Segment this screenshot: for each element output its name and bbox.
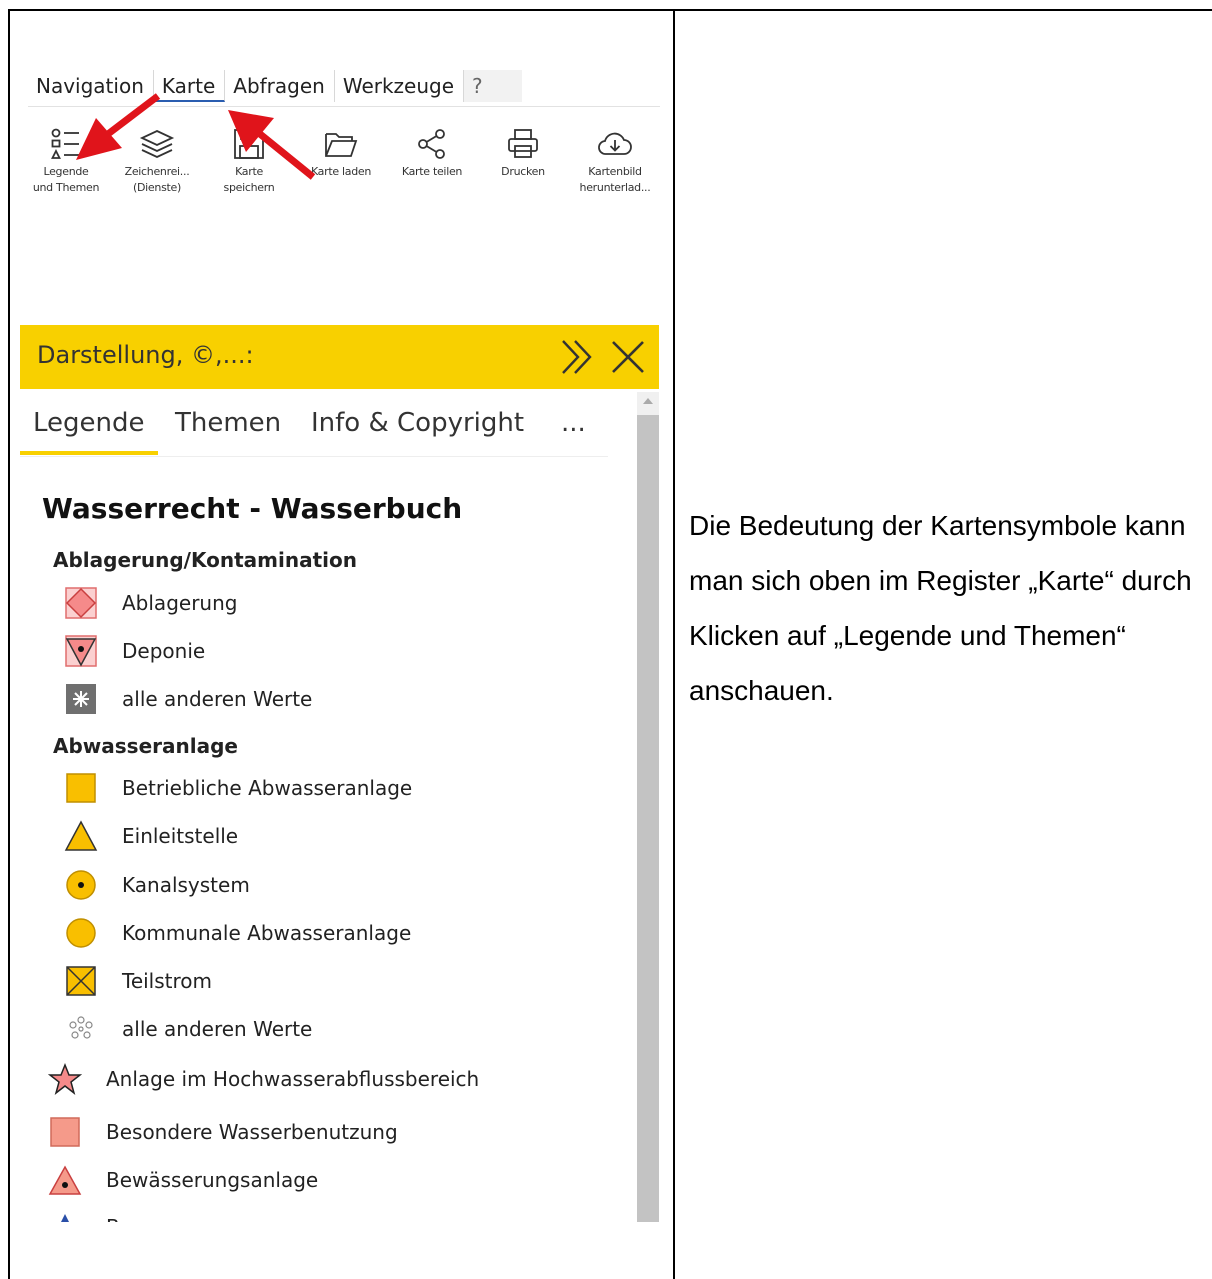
legend-list-icon xyxy=(20,124,112,164)
legende-themen-label: Legende und Themen xyxy=(32,165,100,194)
save-icon xyxy=(203,124,295,164)
zeichenreihenfolge-label: Zeichenrei... (Dienste) xyxy=(124,165,190,194)
panel-header: Darstellung, ©,...: xyxy=(20,325,659,389)
tab-navigation[interactable]: Navigation xyxy=(28,70,154,102)
karte-speichern-label: Karte speichern xyxy=(223,165,275,194)
close-icon[interactable] xyxy=(609,337,647,377)
karte-laden-button[interactable]: Karte laden xyxy=(295,124,387,180)
scroll-up-arrow-icon[interactable] xyxy=(643,398,653,404)
karte-teilen-label: Karte teilen xyxy=(401,165,463,178)
legende-themen-button[interactable]: Legende und Themen xyxy=(20,124,112,196)
tab-abfragen[interactable]: Abfragen xyxy=(225,70,335,102)
legend-item-label: B xyxy=(106,1215,120,1222)
karte-laden-label: Karte laden xyxy=(310,165,372,178)
karte-speichern-button[interactable]: Karte speichern xyxy=(203,124,295,196)
folder-open-icon xyxy=(295,124,387,164)
layers-icon xyxy=(111,124,203,164)
cloud-download-icon xyxy=(569,124,661,164)
legend-clip-area: B xyxy=(20,392,637,1222)
legend-item: B xyxy=(48,1210,120,1222)
scrollbar-thumb[interactable] xyxy=(637,415,659,1222)
main-menu-tabs: Navigation Karte Abfragen Werkzeuge ? xyxy=(28,70,523,106)
tab-karte[interactable]: Karte xyxy=(153,70,226,102)
table-divider xyxy=(673,9,675,1279)
karte-teilen-button[interactable]: Karte teilen xyxy=(386,124,478,180)
drucken-button[interactable]: Drucken xyxy=(477,124,569,180)
printer-icon xyxy=(477,124,569,164)
panel-title: Darstellung, ©,...: xyxy=(37,341,254,369)
blue-marker-icon xyxy=(48,1210,82,1222)
kartenbild-herunterladen-label: Kartenbild herunterlad... xyxy=(579,165,651,194)
collapse-chevrons-icon[interactable] xyxy=(558,337,596,377)
share-icon xyxy=(386,124,478,164)
menu-underline xyxy=(28,106,660,107)
kartenbild-herunterladen-button[interactable]: Kartenbild herunterlad... xyxy=(569,124,661,196)
tab-help[interactable]: ? xyxy=(464,70,523,102)
zeichenreihenfolge-button[interactable]: Zeichenrei... (Dienste) xyxy=(111,124,203,196)
explanation-text: Die Bedeutung der Kartensymbole kann man… xyxy=(689,510,1192,706)
drucken-label: Drucken xyxy=(501,165,545,178)
tab-werkzeuge[interactable]: Werkzeuge xyxy=(335,70,465,102)
